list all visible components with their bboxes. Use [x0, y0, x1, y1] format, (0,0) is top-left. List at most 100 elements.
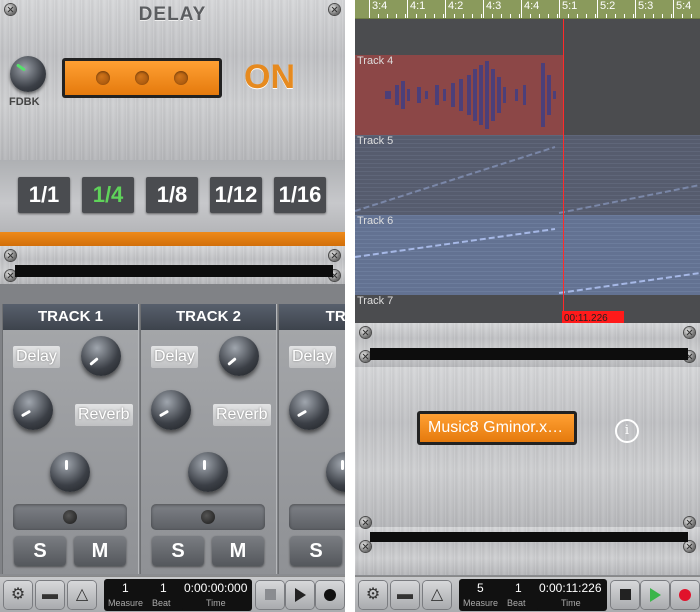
ruler-tick: 4:3: [483, 0, 521, 18]
track-mixer: TRACK 1 Delay Reverb S M TRACK 2 Delay R…: [0, 284, 345, 574]
metronome-button[interactable]: △: [423, 581, 451, 609]
playhead[interactable]: [563, 19, 564, 323]
rack-slot: [370, 348, 688, 360]
screw-icon: [684, 517, 695, 528]
rack-slot: [15, 265, 333, 277]
feedback-label: FDBK: [9, 96, 40, 108]
track-lane-6[interactable]: Track 6: [355, 215, 700, 295]
midi-clip[interactable]: [355, 135, 700, 215]
sync-button-1-8[interactable]: 1/8: [146, 177, 198, 213]
timeline-ruler[interactable]: 3:4 4:1 4:2 4:3 4:4 5:1 5:2 5:3 5:4: [355, 0, 700, 19]
folder-icon: ▬: [42, 586, 58, 603]
screw-icon: [684, 541, 695, 552]
volume-knob[interactable]: [326, 452, 345, 492]
stop-button[interactable]: [611, 581, 639, 609]
delay-knob[interactable]: [219, 336, 259, 376]
midi-clip[interactable]: [355, 215, 700, 295]
stop-icon: [619, 589, 631, 601]
ruler-tick: 5:2: [597, 0, 635, 18]
ruler-tick: 4:4: [521, 0, 559, 18]
rack-slot: [370, 532, 688, 542]
metronome-button[interactable]: △: [68, 581, 96, 609]
sync-button-1-4[interactable]: 1/4: [82, 177, 134, 213]
pan-slider[interactable]: [151, 504, 265, 530]
track-name: TRACK 2: [141, 304, 276, 330]
feedback-knob[interactable]: [10, 56, 46, 92]
record-button[interactable]: [671, 581, 699, 609]
screw-icon: [329, 250, 340, 261]
pan-slider[interactable]: [289, 504, 345, 530]
info-icon[interactable]: i: [615, 419, 639, 443]
beat-value: 1: [515, 581, 522, 595]
settings-button[interactable]: ⚙: [4, 581, 32, 609]
mute-button[interactable]: M: [74, 536, 126, 566]
song-name-display[interactable]: Music8 Gminor.x…: [417, 411, 577, 445]
screw-icon: [684, 327, 695, 338]
sync-button-1-16[interactable]: 1/16: [274, 177, 326, 213]
ruler-tick: 4:2: [445, 0, 483, 18]
measure-value: 1: [122, 581, 129, 595]
stop-button[interactable]: [256, 581, 284, 609]
metronome-icon: △: [430, 586, 444, 603]
metronome-icon: △: [75, 586, 89, 603]
ruler-tick: 4:1: [407, 0, 445, 18]
solo-button[interactable]: S: [290, 536, 342, 566]
track-lane-4[interactable]: Track 4: [355, 55, 700, 135]
track-lane-label: Track 6: [357, 215, 394, 227]
reverb-knob[interactable]: [289, 390, 329, 430]
gear-icon: ⚙: [10, 586, 26, 603]
track-lane-label: Track 7: [357, 295, 394, 307]
delay-effect-panel: DELAY FDBK ON: [0, 0, 345, 160]
delay-knob[interactable]: [81, 336, 121, 376]
track-name: TRACK 1: [3, 304, 138, 330]
timeline-screen: 3:4 4:1 4:2 4:3 4:4 5:1 5:2 5:3 5:4 Trac…: [355, 0, 700, 612]
settings-button[interactable]: ⚙: [359, 581, 387, 609]
sync-button-1-12[interactable]: 1/12: [210, 177, 262, 213]
delay-label: Delay: [151, 346, 198, 368]
waveform: [385, 61, 556, 129]
time-value: 0:00:00:000: [184, 581, 248, 595]
pan-slider[interactable]: [13, 504, 127, 530]
mute-button[interactable]: M: [212, 536, 264, 566]
led-indicator: [95, 71, 110, 85]
channel-strip-track-2: TRACK 2 Delay Reverb S M: [140, 304, 277, 574]
screw-icon: [360, 541, 371, 552]
reverb-knob[interactable]: [151, 390, 191, 430]
delay-display: [62, 58, 222, 98]
rack-rail: [355, 323, 700, 367]
record-icon: [679, 588, 691, 601]
track-lane-5[interactable]: Track 5: [355, 135, 700, 215]
record-button[interactable]: [316, 581, 344, 609]
slider-thumb[interactable]: [201, 510, 215, 524]
reverb-knob[interactable]: [13, 390, 53, 430]
solo-button[interactable]: S: [152, 536, 204, 566]
play-button[interactable]: [641, 581, 669, 609]
delay-on-toggle[interactable]: ON: [244, 58, 295, 97]
open-file-button[interactable]: ▬: [391, 581, 419, 609]
time-label: Time: [206, 598, 226, 608]
reverb-label: Reverb: [213, 404, 271, 426]
track-lane-7[interactable]: Track 7: [355, 295, 700, 323]
channel-strip-track-1: TRACK 1 Delay Reverb S M: [2, 304, 139, 574]
song-name: Music8 Gminor.x…: [420, 414, 574, 442]
ruler-tick: 5:1: [559, 0, 597, 18]
time-counter: 0:00:11:226 Time: [537, 579, 607, 611]
play-button[interactable]: [286, 581, 314, 609]
measure-label: Measure: [463, 598, 499, 608]
play-icon: [649, 587, 661, 602]
slider-thumb[interactable]: [63, 510, 77, 524]
delay-label: Delay: [289, 346, 336, 368]
beat-value: 1: [160, 581, 167, 595]
open-file-button[interactable]: ▬: [36, 581, 64, 609]
time-label: Time: [561, 598, 581, 608]
volume-knob[interactable]: [188, 452, 228, 492]
solo-button[interactable]: S: [14, 536, 66, 566]
reverb-label: Reverb: [75, 404, 133, 426]
volume-knob[interactable]: [50, 452, 90, 492]
audio-clip[interactable]: [355, 55, 563, 135]
record-icon: [324, 588, 336, 601]
mixer-screen: DELAY FDBK ON 1/1 1/4 1/8 1/12 1/16 TRAC…: [0, 0, 345, 612]
led-indicator: [174, 71, 189, 85]
sync-button-1-1[interactable]: 1/1: [18, 177, 70, 213]
midi-notes: [355, 228, 700, 294]
